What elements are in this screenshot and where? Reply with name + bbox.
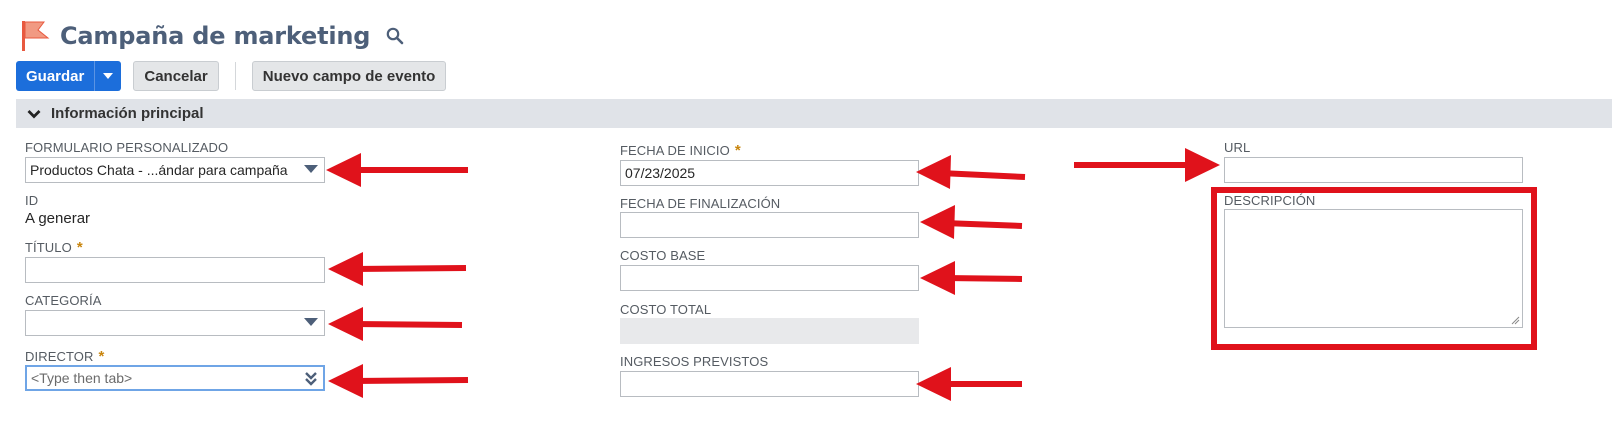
arrow-annotation-head xyxy=(328,307,363,341)
id-label: ID xyxy=(25,193,39,208)
custom-form-value: Productos Chata - ...ándar para campaña xyxy=(30,162,288,178)
double-chevron-down-icon[interactable] xyxy=(305,372,317,386)
dropdown-arrow-icon xyxy=(304,165,318,173)
custom-form-label: FORMULARIO PERSONALIZADO xyxy=(25,140,229,155)
total-cost-field xyxy=(620,318,919,344)
url-input[interactable] xyxy=(1224,157,1523,183)
arrow-annotation-head xyxy=(920,261,955,295)
page-header: Campaña de marketing xyxy=(20,18,406,54)
start-date-input[interactable]: 07/23/2025 xyxy=(620,160,919,186)
start-date-label: FECHA DE INICIO * xyxy=(620,142,741,159)
new-event-field-button[interactable]: Nuevo campo de evento xyxy=(251,61,447,91)
save-button-group: Guardar xyxy=(16,61,122,91)
id-value: A generar xyxy=(25,210,91,227)
title-label: TÍTULO * xyxy=(25,239,83,256)
section-title: Información principal xyxy=(51,105,204,122)
base-cost-label: COSTO BASE xyxy=(620,248,706,263)
total-cost-label: COSTO TOTAL xyxy=(620,302,712,317)
arrow-annotation-head xyxy=(328,364,363,398)
director-placeholder: <Type then tab> xyxy=(31,370,133,386)
arrow-annotation xyxy=(943,220,1023,229)
dropdown-arrow-icon xyxy=(304,318,318,326)
arrow-annotation-head xyxy=(920,205,955,239)
director-input[interactable]: <Type then tab> xyxy=(25,365,325,391)
highlight-box xyxy=(1211,187,1537,350)
category-label: CATEGORÍA xyxy=(25,293,102,308)
director-label: DIRECTOR * xyxy=(25,348,105,365)
arrow-annotation-head xyxy=(916,155,951,189)
title-input[interactable] xyxy=(25,257,325,283)
arrow-annotation-head xyxy=(326,153,361,187)
end-date-label: FECHA DE FINALIZACIÓN xyxy=(620,196,781,211)
save-button[interactable]: Guardar xyxy=(16,61,96,91)
arrow-annotation xyxy=(943,275,1023,282)
arrow-annotation-head xyxy=(1185,148,1220,182)
flag-icon xyxy=(20,19,50,53)
toolbar-divider xyxy=(234,62,236,90)
expected-revenue-label: INGRESOS PREVISTOS xyxy=(620,354,769,369)
end-date-input[interactable] xyxy=(620,212,919,238)
arrow-annotation xyxy=(939,170,1026,180)
url-label: URL xyxy=(1224,140,1251,155)
save-menu-button[interactable] xyxy=(95,61,122,91)
base-cost-input[interactable] xyxy=(620,265,919,291)
toolbar: Guardar Cancelar Nuevo campo de evento xyxy=(16,61,447,91)
arrow-annotation xyxy=(351,377,469,384)
arrow-annotation xyxy=(351,265,467,272)
start-date-value: 07/23/2025 xyxy=(625,165,696,181)
section-header[interactable]: Información principal xyxy=(16,99,1612,128)
arrow-annotation-head xyxy=(916,367,951,401)
arrow-annotation-head xyxy=(328,252,363,286)
chevron-down-icon[interactable] xyxy=(26,106,42,122)
category-select[interactable] xyxy=(25,310,325,336)
page-title: Campaña de marketing xyxy=(60,22,371,50)
arrow-annotation xyxy=(351,321,463,328)
custom-form-select[interactable]: Productos Chata - ...ándar para campaña xyxy=(25,157,325,183)
caret-down-icon xyxy=(103,73,114,79)
expected-revenue-input[interactable] xyxy=(620,371,919,397)
search-icon[interactable] xyxy=(384,25,406,47)
cancel-button[interactable]: Cancelar xyxy=(133,61,219,91)
